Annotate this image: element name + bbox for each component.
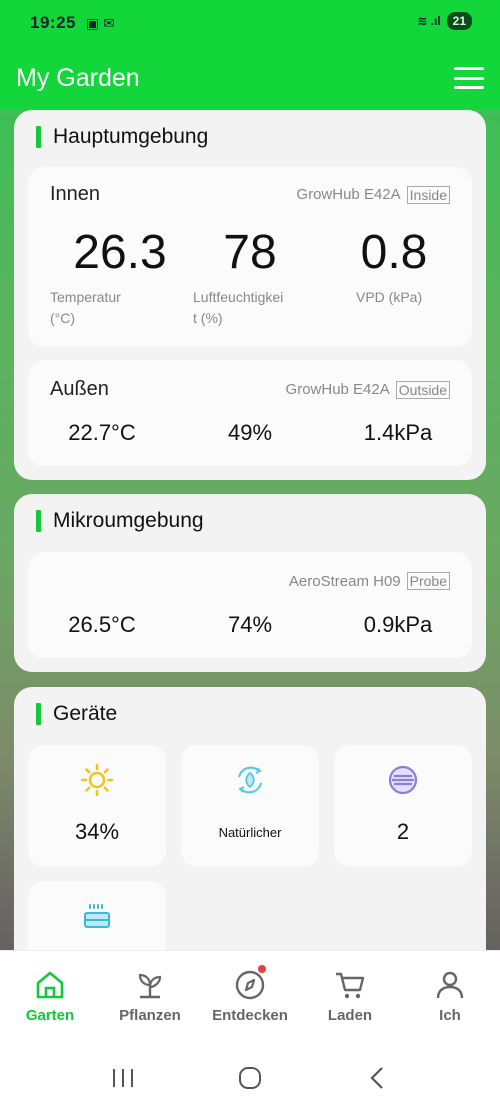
indoor-tag: Inside [406, 185, 450, 204]
filter-icon [388, 765, 418, 795]
probe-panel[interactable]: AeroStream H09 Probe 26.5°C 74% 0.9kPa [28, 552, 472, 658]
cart-icon [336, 972, 365, 999]
outdoor-vpd-value: 1.4kPa [363, 420, 433, 445]
micro-environment-header: Mikroumgebung [36, 506, 472, 536]
probe-vpd-value: 0.9kPa [363, 612, 433, 637]
menu-icon[interactable] [454, 67, 484, 89]
tab-label: Ich [439, 1007, 461, 1024]
grow-light-tile[interactable]: 34% [28, 745, 166, 867]
probe-temperature-value: 26.5°C [68, 612, 136, 637]
section-accent-bar [36, 510, 41, 532]
notification-icons: ▣ ✉ [85, 14, 115, 31]
system-nav-bar [0, 1044, 500, 1111]
outdoor-humidity-value: 49% [227, 420, 273, 445]
section-accent-bar [36, 126, 41, 148]
indoor-temperature-label: Temperatur (°C) [50, 289, 121, 326]
section-title: Mikroumgebung [53, 509, 204, 532]
indoor-temperature-value: 26.3 [73, 226, 167, 279]
notification-dot [258, 965, 266, 973]
app-header: My Garden [0, 46, 500, 110]
section-title: Hauptumgebung [53, 125, 209, 148]
tab-plants[interactable]: Pflanzen [100, 951, 200, 1044]
filter-value: 2 [396, 819, 410, 844]
humidifier-tile[interactable] [28, 881, 166, 950]
devices-card: Geräte 34% Natürlicher 2 [14, 687, 486, 950]
probe-humidity-value: 74% [227, 612, 273, 637]
bottom-tab-bar: Garten Pflanzen Entdecken Laden Ich [0, 950, 500, 1044]
recent-apps-button[interactable] [103, 1058, 143, 1098]
status-bar: 19:25 ▣ ✉ ≋ .ıl 21 [0, 0, 500, 46]
status-time: 19:25 [30, 13, 76, 32]
compass-icon [235, 970, 265, 1000]
outdoor-tag: Outside [395, 380, 450, 399]
probe-device-name: AeroStream H09 [288, 572, 401, 590]
grow-light-value: 34% [74, 819, 120, 844]
humidifier-icon [84, 904, 110, 928]
home-button[interactable] [230, 1058, 270, 1098]
fan-mode-value: Natürlicher [218, 825, 282, 840]
probe-tag: Probe [406, 572, 450, 590]
indoor-vpd-label: VPD (kPa) [356, 289, 423, 305]
outdoor-device-name: GrowHub E42A [285, 381, 390, 398]
micro-environment-card: Mikroumgebung AeroStream H09 Probe 26.5°… [14, 494, 486, 672]
home-circle-icon [238, 1066, 261, 1089]
recents-icon [113, 1068, 134, 1087]
outdoor-temperature-value: 22.7°C [68, 420, 136, 445]
home-icon [36, 971, 64, 999]
section-accent-bar [36, 703, 41, 725]
main-environment-header: Hauptumgebung [36, 122, 472, 152]
tab-me[interactable]: Ich [400, 951, 500, 1044]
main-content[interactable]: Hauptumgebung Innen GrowHub E42A Inside … [0, 110, 500, 950]
tab-label: Entdecken [212, 1007, 288, 1024]
back-icon [370, 1066, 383, 1089]
indoor-humidity-label: Luftfeuchtigkei t (%) [193, 289, 284, 326]
tab-garden[interactable]: Garten [0, 951, 100, 1044]
fan-icon [237, 766, 263, 794]
tab-shop[interactable]: Laden [300, 951, 400, 1044]
user-icon [436, 971, 464, 999]
battery-icon: 21 [446, 12, 472, 30]
section-title: Geräte [53, 702, 118, 725]
status-right: ≋ .ıl 21 [417, 12, 472, 30]
outdoor-label: Außen [50, 378, 109, 400]
main-environment-card: Hauptumgebung Innen GrowHub E42A Inside … [14, 110, 486, 480]
indoor-device-name: GrowHub E42A [296, 186, 401, 203]
filter-tile[interactable]: 2 [334, 745, 472, 867]
indoor-label: Innen [50, 183, 101, 205]
indoor-panel[interactable]: Innen GrowHub E42A Inside 26.3 78 0.8 Te… [28, 167, 472, 347]
page-title: My Garden [16, 63, 140, 92]
fan-tile[interactable]: Natürlicher [181, 745, 319, 867]
devices-header: Geräte [36, 699, 472, 729]
tab-discover[interactable]: Entdecken [200, 951, 300, 1044]
tab-label: Laden [327, 1007, 373, 1024]
signal-icon: ≋ .ıl [417, 14, 441, 28]
tab-label: Garten [25, 1007, 75, 1024]
sun-icon [80, 763, 114, 797]
outdoor-panel[interactable]: Außen GrowHub E42A Outside 22.7°C 49% 1.… [28, 360, 472, 466]
tab-label: Pflanzen [119, 1007, 181, 1024]
sprout-icon [138, 973, 162, 999]
indoor-vpd-value: 0.8 [360, 226, 428, 279]
back-button[interactable] [357, 1058, 397, 1098]
indoor-humidity-value: 78 [223, 226, 277, 279]
